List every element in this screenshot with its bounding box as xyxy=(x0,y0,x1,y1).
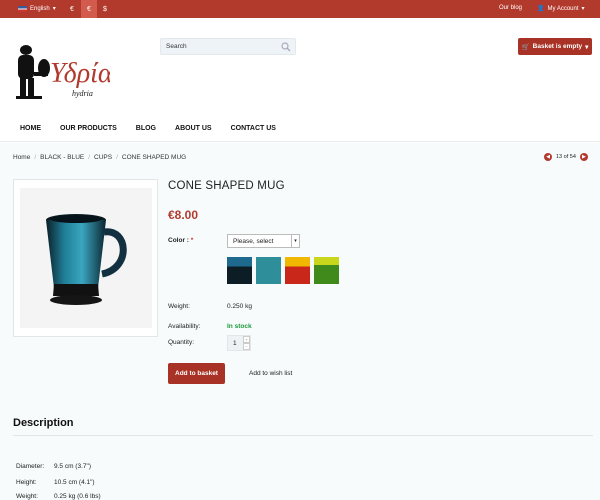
swatch-red-yellow[interactable] xyxy=(285,257,310,284)
basket-button[interactable]: 🛒 Basket is empty ▾ xyxy=(518,38,592,55)
breadcrumb-black-blue[interactable]: BLACK - BLUE xyxy=(40,154,84,161)
spec-height-value: 10.5 cm (4.1") xyxy=(54,479,95,486)
hydria-logo[interactable]: Υδρία hydria xyxy=(14,40,110,104)
caret-down-icon: ▾ xyxy=(581,6,585,12)
weight-value: 0.250 kg xyxy=(227,303,252,310)
next-product-button[interactable]: ▶ xyxy=(579,153,588,161)
breadcrumb-separator: / xyxy=(34,154,37,161)
logo-subtext: hydria xyxy=(72,89,93,98)
color-label-text: Color : xyxy=(168,237,189,244)
nav-blog[interactable]: BLOG xyxy=(136,125,156,132)
spec-weight-label: Weight: xyxy=(16,493,38,500)
color-select[interactable]: Please, select ▾ xyxy=(227,234,300,248)
language-selector[interactable]: English ▾ xyxy=(18,5,56,12)
breadcrumb: Home / BLACK - BLUE / CUPS / CONE SHAPED… xyxy=(13,154,186,161)
my-account-menu[interactable]: 👤 My Account ▾ xyxy=(537,5,585,13)
product-pager: ◀ 13 of 54 ▶ xyxy=(544,153,588,161)
spec-height-label: Height: xyxy=(16,479,37,486)
breadcrumb-current: CONE SHAPED MUG xyxy=(121,154,187,161)
currency-eur[interactable]: € xyxy=(64,0,80,18)
main-nav: HOME OUR PRODUCTS BLOG ABOUT US CONTACT … xyxy=(20,125,295,132)
swatch-turquoise[interactable] xyxy=(256,257,281,284)
quantity-stepper[interactable]: 1 + − xyxy=(227,335,251,351)
nav-home[interactable]: HOME xyxy=(20,125,41,132)
language-label: English xyxy=(30,5,50,12)
currency-usd[interactable]: $ xyxy=(97,0,113,18)
search-placeholder: Search xyxy=(166,43,187,50)
user-icon: 👤 xyxy=(537,6,545,12)
swatch-green[interactable] xyxy=(314,257,339,284)
add-to-basket-button[interactable]: Add to basket xyxy=(168,363,225,384)
breadcrumb-separator: / xyxy=(116,154,118,161)
availability-label: Availability: xyxy=(168,323,201,330)
breadcrumb-home[interactable]: Home xyxy=(13,154,30,161)
swatch-black-blue[interactable] xyxy=(227,257,252,284)
my-account-label: My Account xyxy=(547,5,579,12)
availability-value: In stock xyxy=(227,323,252,330)
increase-quantity-button[interactable]: + xyxy=(243,336,250,343)
nav-contact-us[interactable]: CONTACT US xyxy=(231,125,276,132)
color-label: Color : * xyxy=(168,237,193,244)
search-icon[interactable] xyxy=(281,42,291,52)
top-bar: English ▾ € € $ Our blog 👤 My Account ▾ xyxy=(0,0,600,18)
spec-weight-value: 0.25 kg (0.6 lbs) xyxy=(54,493,101,500)
description-divider xyxy=(13,435,593,436)
dropdown-arrow-icon: ▾ xyxy=(291,235,299,247)
pager-count: 13 of 54 xyxy=(556,154,576,160)
mug-image xyxy=(46,214,127,305)
uk-flag-icon xyxy=(18,5,27,12)
search-input[interactable]: Search xyxy=(160,38,296,55)
site-header: Υδρία hydria Search 🛒 Basket is empty ▾ … xyxy=(0,18,600,143)
nav-our-products[interactable]: OUR PRODUCTS xyxy=(60,125,117,132)
breadcrumb-separator: / xyxy=(88,154,91,161)
our-blog-link[interactable]: Our blog xyxy=(499,5,522,11)
product-price: €8.00 xyxy=(168,208,199,222)
add-to-wishlist-link[interactable]: Add to wish list xyxy=(249,370,292,377)
product-title: CONE SHAPED MUG xyxy=(168,180,285,192)
breadcrumb-cups[interactable]: CUPS xyxy=(94,154,112,161)
spec-diameter-label: Diameter: xyxy=(16,463,45,470)
quantity-value: 1 xyxy=(233,340,237,347)
decrease-quantity-button[interactable]: − xyxy=(243,343,250,350)
caret-down-icon: ▾ xyxy=(52,6,56,12)
weight-label: Weight: xyxy=(168,303,190,310)
prev-product-button[interactable]: ◀ xyxy=(544,153,552,161)
caret-down-icon: ▾ xyxy=(585,43,589,51)
color-swatches xyxy=(227,257,339,284)
nav-about-us[interactable]: ABOUT US xyxy=(175,125,212,132)
basket-label: Basket is empty xyxy=(532,43,583,50)
quantity-label: Quantity: xyxy=(168,339,195,346)
header-divider xyxy=(0,141,600,142)
spec-diameter-value: 9.5 cm (3.7") xyxy=(54,463,91,470)
color-select-value: Please, select xyxy=(233,238,274,245)
currency-eur-active[interactable]: € xyxy=(81,0,97,18)
product-image[interactable] xyxy=(13,179,158,337)
cart-icon: 🛒 xyxy=(521,43,530,51)
description-heading: Description xyxy=(13,417,74,429)
logo-text: Υδρία xyxy=(50,58,110,89)
required-mark: * xyxy=(190,237,194,244)
product-image-frame xyxy=(20,188,152,328)
